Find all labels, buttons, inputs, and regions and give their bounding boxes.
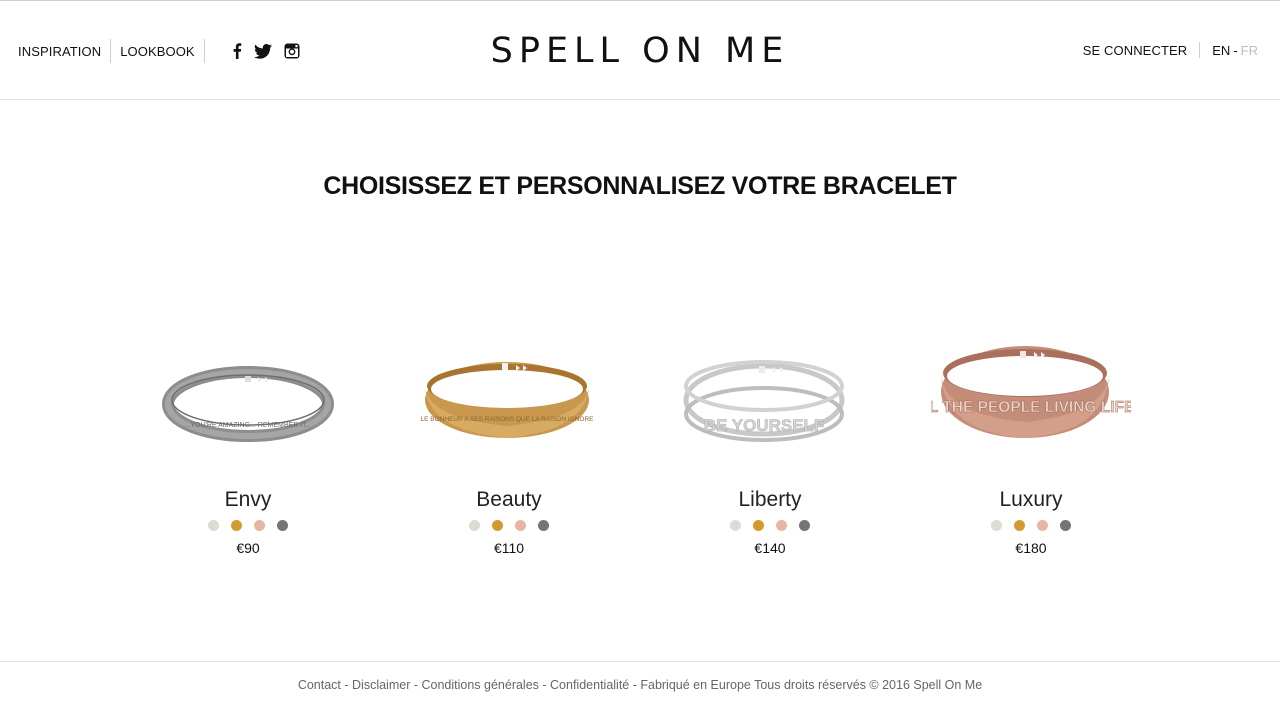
product-name[interactable]: Beauty	[409, 488, 609, 512]
nav-divider	[203, 39, 205, 63]
lang-divider	[1199, 42, 1201, 58]
product-name[interactable]: Envy	[148, 488, 348, 512]
lang-dash: -	[1233, 42, 1238, 58]
nav-divider	[110, 39, 112, 63]
page-title: CHOISISSEZ ET PERSONNALISEZ VOTRE BRACEL…	[323, 172, 957, 200]
color-swatches	[931, 520, 1131, 531]
footer-contact-link[interactable]: Contact	[298, 678, 341, 692]
product-card-liberty[interactable]: BE YOURSELF Liberty €140	[670, 330, 870, 556]
product-card-beauty[interactable]: LE BONHEUR A SES RAISONS QUE LA RAISON I…	[409, 330, 609, 556]
bracelet-image-beauty[interactable]: LE BONHEUR A SES RAISONS QUE LA RAISON I…	[409, 330, 609, 460]
swatch-grey[interactable]	[538, 520, 549, 531]
product-name[interactable]: Luxury	[931, 488, 1131, 512]
swatch-silver[interactable]	[730, 520, 741, 531]
swatch-rose[interactable]	[1037, 520, 1048, 531]
swatch-rose[interactable]	[776, 520, 787, 531]
footer-terms-link[interactable]: Conditions générales	[421, 678, 538, 692]
footer-privacy-link[interactable]: Confidentialité	[550, 678, 629, 692]
product-price: €140	[754, 540, 786, 556]
swatch-grey[interactable]	[799, 520, 810, 531]
product-price: €180	[1015, 540, 1047, 556]
nav-inspiration-link[interactable]: INSPIRATION	[18, 44, 101, 59]
twitter-icon[interactable]	[253, 43, 272, 59]
product-card-luxury[interactable]: IMAGINE ALL THE PEOPLE LIVING LIFE IN PE…	[931, 330, 1131, 556]
footer-separator: -	[410, 678, 422, 692]
color-swatches	[670, 520, 870, 531]
bracelet-image-luxury[interactable]: IMAGINE ALL THE PEOPLE LIVING LIFE IN PE…	[931, 330, 1131, 460]
login-link[interactable]: SE CONNECTER	[1083, 43, 1188, 58]
swatch-gold[interactable]	[753, 520, 764, 531]
bracelet-image-liberty[interactable]: BE YOURSELF	[670, 330, 870, 460]
site-logo[interactable]: SPELL ON ME	[470, 31, 810, 71]
product-grid: ...YOU'RE AMAZING... REMEMBER IT... Envy…	[0, 330, 1280, 570]
product-price: €90	[236, 540, 260, 556]
site-header: INSPIRATION LOOKBOOK SPELL ON ME SE CONN…	[0, 1, 1280, 100]
color-swatches	[148, 520, 348, 531]
swatch-gold[interactable]	[231, 520, 242, 531]
swatch-grey[interactable]	[277, 520, 288, 531]
product-card-envy[interactable]: ...YOU'RE AMAZING... REMEMBER IT... Envy…	[148, 330, 348, 556]
site-footer: Contact - Disclaimer - Conditions généra…	[0, 661, 1280, 712]
product-price: €110	[493, 540, 525, 556]
swatch-silver[interactable]	[991, 520, 1002, 531]
swatch-silver[interactable]	[208, 520, 219, 531]
bracelet-engraving-luxury: IMAGINE ALL THE PEOPLE LIVING LIFE IN PE…	[931, 399, 1131, 416]
bracelet-engraving-liberty: BE YOURSELF	[704, 416, 825, 435]
lang-en-link[interactable]: EN	[1212, 43, 1230, 58]
product-name[interactable]: Liberty	[670, 488, 870, 512]
bracelet-image-envy[interactable]: ...YOU'RE AMAZING... REMEMBER IT...	[148, 330, 348, 460]
swatch-gold[interactable]	[492, 520, 503, 531]
swatch-rose[interactable]	[515, 520, 526, 531]
color-swatches	[409, 520, 609, 531]
nav-lookbook-link[interactable]: LOOKBOOK	[120, 44, 195, 59]
footer-separator: -	[538, 678, 551, 692]
nav-left: INSPIRATION LOOKBOOK	[18, 39, 300, 63]
instagram-icon[interactable]	[284, 43, 300, 59]
swatch-gold[interactable]	[1014, 520, 1025, 531]
swatch-rose[interactable]	[254, 520, 265, 531]
footer-copyright: Fabriqué en Europe Tous droits réservés …	[640, 678, 983, 692]
bracelet-engraving-beauty: LE BONHEUR A SES RAISONS QUE LA RAISON I…	[420, 416, 594, 423]
nav-right: SE CONNECTER EN - FR	[1083, 39, 1258, 61]
footer-disclaimer-link[interactable]: Disclaimer	[352, 678, 410, 692]
facebook-icon[interactable]	[232, 43, 242, 59]
lang-fr-link[interactable]: FR	[1241, 43, 1258, 58]
social-links	[232, 43, 300, 59]
swatch-silver[interactable]	[469, 520, 480, 531]
bracelet-engraving-envy: ...YOU'RE AMAZING... REMEMBER IT...	[185, 422, 312, 429]
footer-separator: -	[629, 678, 641, 692]
footer-separator: -	[340, 678, 353, 692]
swatch-grey[interactable]	[1060, 520, 1071, 531]
